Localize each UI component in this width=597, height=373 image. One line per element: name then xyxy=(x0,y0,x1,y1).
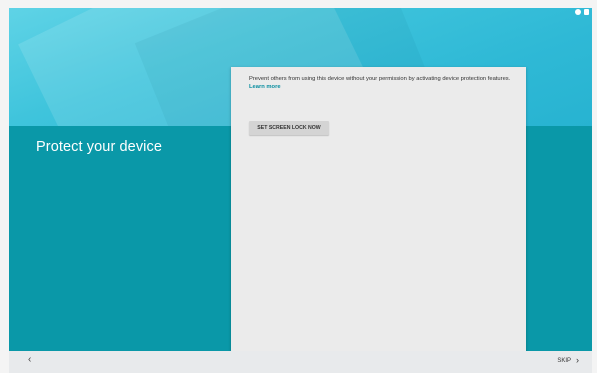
status-bar xyxy=(575,9,589,15)
chevron-right-icon: › xyxy=(576,355,579,365)
back-chevron-icon[interactable]: ‹ xyxy=(28,355,31,365)
learn-more-link[interactable]: Learn more xyxy=(249,84,514,92)
setup-wizard: Protect your device Prevent others from … xyxy=(9,8,592,369)
skip-label: SKIP xyxy=(557,357,571,364)
description-text: Prevent others from using this device wi… xyxy=(249,76,511,82)
page-title: Protect your device xyxy=(36,139,163,155)
battery-icon xyxy=(584,9,589,15)
set-screen-lock-button[interactable]: SET SCREEN LOCK NOW xyxy=(249,121,329,135)
skip-button[interactable]: SKIP › xyxy=(557,356,579,365)
screen: Protect your device Prevent others from … xyxy=(0,0,597,373)
description-block: Prevent others from using this device wi… xyxy=(249,76,514,91)
location-icon xyxy=(575,9,581,15)
content-card: Prevent others from using this device wi… xyxy=(231,67,526,359)
navigation-bar: ‹ SKIP › xyxy=(9,351,592,373)
